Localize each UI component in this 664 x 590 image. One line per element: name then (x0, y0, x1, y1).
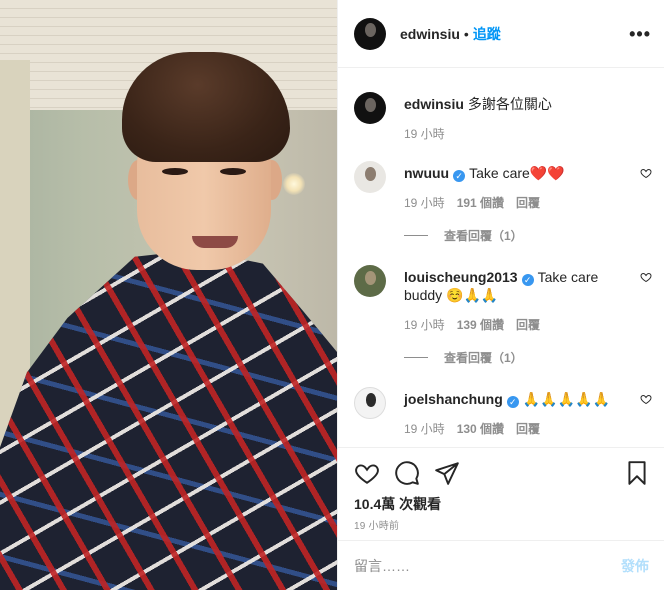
lamp-glow (283, 173, 305, 195)
like-comment-icon[interactable] (640, 167, 652, 179)
post-header: edwinsiu • 追蹤 ••• (338, 0, 664, 68)
commenter-avatar[interactable] (354, 161, 386, 193)
comment-username[interactable]: nwuuu (404, 165, 449, 181)
comment-time[interactable]: 19 小時 (404, 316, 445, 333)
like-comment-icon[interactable] (640, 393, 652, 405)
like-comment-icon[interactable] (640, 271, 652, 283)
comment-item: louischeung2013 ✓ Take care buddy ☺️🙏🙏 19 … (354, 265, 654, 333)
view-count[interactable]: 10.4萬 次觀看 (354, 494, 441, 514)
caption-username[interactable]: edwinsiu (404, 96, 464, 112)
comment-likes[interactable]: 130 個讚 (457, 420, 504, 437)
save-bookmark-icon[interactable] (624, 460, 650, 486)
author-avatar[interactable] (354, 17, 386, 50)
comment-box: 發佈 (338, 540, 664, 590)
caption-body: edwinsiu 多謝各位關心 (404, 92, 654, 113)
comment-likes[interactable]: 139 個讚 (457, 316, 504, 333)
comment-bubble-icon[interactable] (394, 460, 420, 486)
person-mouth (192, 236, 238, 248)
caption-text: 多謝各位關心 (467, 96, 552, 112)
comment-body: nwuuu ✓ Take care❤️❤️ (404, 161, 654, 182)
more-options-icon[interactable]: ••• (629, 24, 651, 45)
separator-dot: • (463, 25, 469, 42)
comment-item: nwuuu ✓ Take care❤️❤️ 19 小時 191 個讚 回覆 (354, 161, 654, 211)
reply-button[interactable]: 回覆 (516, 316, 540, 333)
comment-text: Take care❤️❤️ (469, 165, 565, 181)
comment-text: 🙏🙏🙏🙏🙏 (522, 391, 610, 407)
comment-item: joelshanchung ✓ 🙏🙏🙏🙏🙏 19 小時 130 個讚 回覆 (354, 387, 654, 437)
view-replies-label: 查看回覆（1） (444, 351, 523, 365)
caption-meta: 19 小時 (404, 125, 654, 142)
comment-meta: 19 小時 139 個讚 回覆 (404, 316, 654, 333)
author-avatar-small[interactable] (354, 92, 386, 124)
comment-username[interactable]: joelshanchung (404, 391, 503, 407)
post-video[interactable] (0, 0, 337, 590)
comment-body: louischeung2013 ✓ Take care buddy ☺️🙏🙏 (404, 265, 654, 304)
caption-time[interactable]: 19 小時 (404, 125, 445, 142)
instagram-post: edwinsiu • 追蹤 ••• edwinsiu 多謝各位關心 19 小時 n… (0, 0, 664, 590)
reply-button[interactable]: 回覆 (516, 420, 540, 437)
commenter-avatar[interactable] (354, 387, 386, 419)
comment-input[interactable] (354, 557, 621, 574)
view-replies-button[interactable]: 查看回覆（1） (404, 227, 523, 244)
caption: edwinsiu 多謝各位關心 19 小時 (354, 92, 654, 142)
verified-badge-icon: ✓ (506, 396, 519, 408)
comment-meta: 19 小時 130 個讚 回覆 (404, 420, 654, 437)
follow-button[interactable]: 追蹤 (473, 24, 501, 44)
post-time[interactable]: 19 小時前 (354, 517, 399, 532)
comment-meta: 19 小時 191 個讚 回覆 (404, 194, 654, 211)
author-username[interactable]: edwinsiu (400, 26, 460, 42)
verified-badge-icon: ✓ (521, 274, 534, 286)
comment-body: joelshanchung ✓ 🙏🙏🙏🙏🙏 (404, 387, 654, 408)
comment-username[interactable]: louischeung2013 (404, 269, 518, 285)
view-replies-label: 查看回覆（1） (444, 229, 523, 243)
comments-list[interactable]: edwinsiu 多謝各位關心 19 小時 nwuuu ✓ Take care❤️❤️… (338, 69, 664, 447)
post-sidebar: edwinsiu • 追蹤 ••• edwinsiu 多謝各位關心 19 小時 n… (337, 0, 664, 590)
comment-time[interactable]: 19 小時 (404, 420, 445, 437)
person-eye-left (162, 168, 188, 175)
comment-time[interactable]: 19 小時 (404, 194, 445, 211)
share-send-icon[interactable] (434, 460, 460, 486)
post-comment-button[interactable]: 發佈 (621, 556, 649, 576)
view-replies-button[interactable]: 查看回覆（1） (404, 349, 523, 366)
person-eye-right (220, 168, 246, 175)
commenter-avatar[interactable] (354, 265, 386, 297)
like-heart-icon[interactable] (354, 460, 380, 486)
replies-divider (404, 357, 428, 358)
action-bar (338, 447, 664, 497)
verified-badge-icon: ✓ (453, 170, 466, 182)
comment-likes[interactable]: 191 個讚 (457, 194, 504, 211)
reply-button[interactable]: 回覆 (516, 194, 540, 211)
replies-divider (404, 235, 428, 236)
